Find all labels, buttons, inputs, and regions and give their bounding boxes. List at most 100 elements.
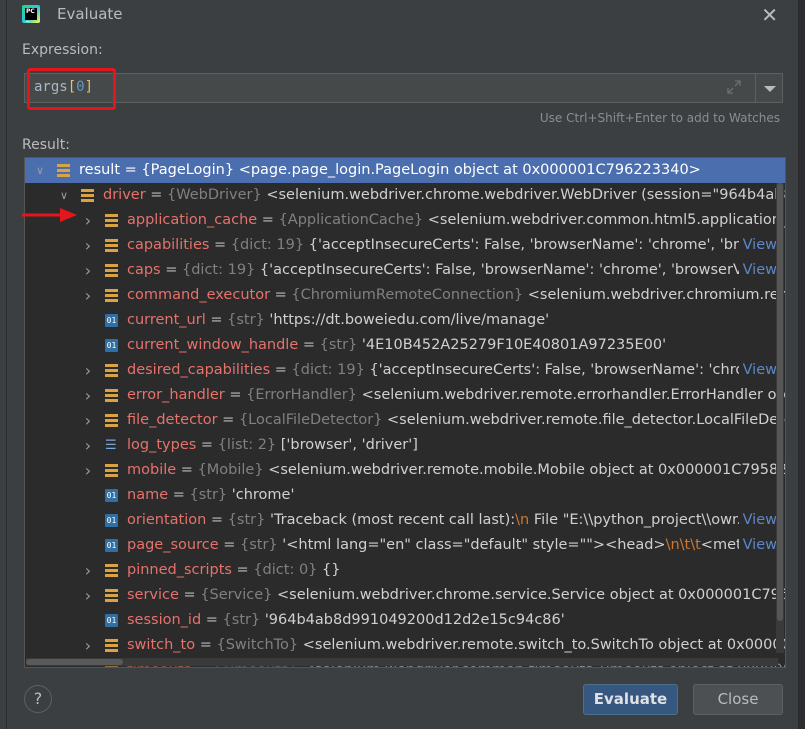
tree-row[interactable]: › desired_capabilities = {dict: 19} {'acc… [25, 358, 785, 383]
variable-value: 'Traceback (most recent call last): [269, 512, 516, 528]
tree-row-text: log_types = {list: 2} ['browser', 'drive… [127, 433, 418, 458]
tree-row[interactable]: › pinned_scripts = {dict: 0} {} [25, 558, 785, 583]
variable-value-tail: File "E:\\python_project\\owr... [529, 512, 751, 528]
expand-chevron-icon[interactable]: › [83, 583, 93, 608]
expand-chevron-icon[interactable]: › [83, 383, 93, 408]
variable-type: {PageLogin} [141, 162, 235, 178]
equals-sign: = [176, 462, 198, 478]
expand-chevron-icon[interactable]: › [83, 283, 93, 308]
tree-row[interactable]: 01 orientation = {str} 'Traceback (most r… [25, 508, 785, 533]
view-link[interactable]: View [738, 233, 777, 258]
list-icon: ☰ [105, 438, 117, 453]
variable-value: <selenium.webdriver.remote.switch_to.Swi… [302, 637, 786, 653]
variable-value: <selenium.webdriver.remote.mobile.Mobile… [268, 462, 786, 478]
view-link[interactable]: View [738, 508, 777, 533]
no-chevron [83, 508, 93, 533]
tree-row-text: switch_to = {SwitchTo} <selenium.webdriv… [127, 633, 786, 658]
vertical-scroll-thumb[interactable] [777, 183, 783, 621]
variable-name: command_executor [127, 287, 271, 303]
close-icon[interactable]: ✕ [761, 3, 778, 27]
equals-sign: = [231, 562, 254, 578]
object-icon [57, 164, 70, 177]
equals-sign: = [270, 362, 292, 378]
variable-value: '4E10B452A25279F10E40801A97235E00' [361, 337, 667, 353]
view-link[interactable]: View [738, 533, 777, 558]
variable-name: caps [127, 262, 161, 278]
equals-sign: = [209, 237, 231, 253]
tree-row[interactable]: › application_cache = {ApplicationCache} … [25, 208, 785, 233]
tree-row[interactable]: › command_executor = {ChromiumRemoteConne… [25, 283, 785, 308]
expand-chevron-icon[interactable]: › [83, 358, 93, 383]
expand-chevron-icon[interactable]: › [83, 633, 93, 658]
no-chevron [83, 533, 93, 558]
vertical-scrollbar[interactable] [776, 183, 784, 653]
variable-value: {'acceptInsecureCerts': False, 'browserN… [308, 237, 772, 253]
expand-chevron-icon[interactable]: › [83, 433, 93, 458]
variable-name: name [127, 487, 169, 503]
tree-row[interactable]: › error_handler = {ErrorHandler} <seleniu… [25, 383, 785, 408]
variable-type: {ErrorHandler} [246, 387, 357, 403]
tree-row[interactable]: 01 current_url = {str} 'https://dt.boweie… [25, 308, 785, 333]
result-tree[interactable]: ∨ result = {PageLogin} <page.page_login.P… [24, 157, 786, 668]
tree-row[interactable]: 01 page_source = {str} '<html lang="en" c… [25, 533, 785, 558]
tree-row[interactable]: › switch_to = {SwitchTo} <selenium.webdri… [25, 633, 785, 658]
variable-value: <page.page_login.PageLogin object at 0x0… [238, 162, 701, 178]
variable-type: {dict: 0} [253, 562, 318, 578]
object-icon [105, 239, 118, 252]
expand-chevron-icon[interactable]: › [83, 558, 93, 583]
tree-row[interactable]: › capabilities = {dict: 19} {'acceptInsec… [25, 233, 785, 258]
tree-row[interactable]: › file_detector = {LocalFileDetector} <se… [25, 408, 785, 433]
expand-chevron-icon[interactable]: › [83, 233, 93, 258]
no-chevron [83, 308, 93, 333]
primitive-icon: 01 [105, 514, 118, 527]
help-button[interactable]: ? [24, 685, 52, 713]
expression-input[interactable]: args[0] [24, 73, 756, 103]
equals-sign: = [168, 487, 190, 503]
variable-name: pinned_scripts [127, 562, 232, 578]
view-link[interactable]: View [738, 358, 777, 383]
tree-row[interactable]: › ☰ log_types = {list: 2} ['browser', 'dri… [25, 433, 785, 458]
variable-value: <selenium.webdriver.remote.file_detector… [387, 412, 786, 428]
horizontal-scroll-thumb[interactable] [26, 659, 123, 665]
object-icon [105, 639, 118, 652]
close-button[interactable]: Close [693, 684, 783, 715]
expand-chevron-icon[interactable]: › [83, 258, 93, 283]
evaluate-button[interactable]: Evaluate [583, 684, 678, 715]
title-bar: PC _ Evaluate ✕ [7, 0, 798, 30]
tree-row[interactable]: › mobile = {Mobile} <selenium.webdriver.r… [25, 458, 785, 483]
tree-row[interactable]: ∨ result = {PageLogin} <page.page_login.P… [25, 158, 785, 183]
tree-row[interactable]: 01 current_window_handle = {str} '4E10B45… [25, 333, 785, 358]
horizontal-scrollbar[interactable] [26, 658, 778, 666]
expand-chevron-icon[interactable]: › [83, 458, 93, 483]
equals-sign: = [224, 387, 247, 403]
tree-row[interactable]: › service = {Service} <selenium.webdriver… [25, 583, 785, 608]
object-icon [105, 414, 118, 427]
no-chevron [83, 608, 93, 633]
variable-type: {Mobile} [197, 462, 264, 478]
tree-row[interactable]: 01 name = {str} 'chrome' [25, 483, 785, 508]
variable-name: orientation [127, 512, 207, 528]
tree-row[interactable]: 01 session_id = {str} '964b4ab8d991049200… [25, 608, 785, 633]
tree-row-text: session_id = {str} '964b4ab8d991049200d1… [127, 608, 565, 633]
tree-row-text: caps = {dict: 19} {'acceptInsecureCerts'… [127, 258, 764, 283]
collapse-chevron-icon[interactable]: ∨ [35, 158, 45, 183]
variable-value: <selenium.webdriver.chrome.webdriver.Web… [266, 187, 786, 203]
equals-sign: = [206, 512, 228, 528]
escape-sequence: \n [515, 512, 530, 528]
equals-sign: = [145, 187, 168, 203]
primitive-icon: 01 [105, 314, 118, 327]
equals-sign: = [257, 212, 279, 228]
history-dropdown-button[interactable] [755, 73, 783, 103]
variable-type: {SwitchTo} [216, 637, 299, 653]
primitive-icon: 01 [105, 614, 118, 627]
variable-type: {ApplicationCache} [278, 212, 424, 228]
expand-chevron-icon[interactable]: › [83, 408, 93, 433]
tree-row[interactable]: ∨ driver = {WebDriver} <selenium.webdrive… [25, 183, 785, 208]
tree-row-text: result = {PageLogin} <page.page_login.Pa… [79, 158, 701, 183]
tree-row[interactable]: › caps = {dict: 19} {'acceptInsecureCerts… [25, 258, 785, 283]
tree-row-text: service = {Service} <selenium.webdriver.… [127, 583, 785, 608]
view-link[interactable]: View [738, 258, 777, 283]
expand-editor-icon[interactable] [727, 80, 741, 94]
expand-chevron-icon[interactable]: › [83, 208, 93, 233]
variable-value: {'acceptInsecureCerts': False, 'browserN… [259, 262, 765, 278]
